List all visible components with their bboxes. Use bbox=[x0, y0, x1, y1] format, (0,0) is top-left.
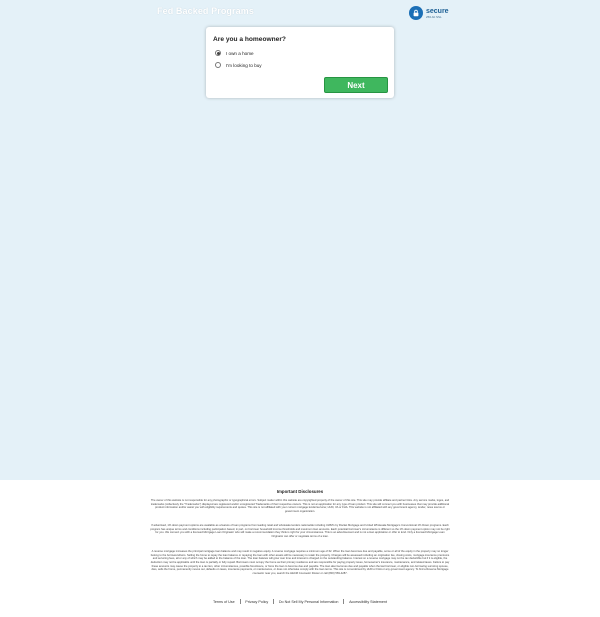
disclosure-paragraph-down-payment: If advertised, 1% down payment options a… bbox=[150, 524, 450, 539]
brand-name: Fed Backed Programs bbox=[157, 6, 254, 16]
secure-badge-sub: 256-bit SSL bbox=[426, 14, 442, 19]
privacy-policy-link[interactable]: Privacy Policy bbox=[240, 600, 273, 604]
secure-badge: secure 256-bit SSL bbox=[409, 6, 449, 20]
disclosures-heading: Important Disclosures bbox=[276, 489, 324, 494]
accessibility-statement-link[interactable]: Accessibility Statement bbox=[344, 600, 392, 604]
question-title: Are you a homeowner? bbox=[213, 36, 286, 43]
secure-badge-word: secure bbox=[426, 7, 449, 15]
option-looking-to-buy[interactable]: I'm looking to buy bbox=[215, 62, 262, 68]
disclosure-paragraph-ownership: The owner of this website is not respons… bbox=[150, 499, 450, 514]
next-button[interactable]: Next bbox=[324, 77, 388, 93]
disclosure-paragraph-reverse-mortgage: A reverse mortgage increases the princip… bbox=[150, 550, 450, 576]
terms-of-use-link[interactable]: Terms of Use bbox=[208, 600, 240, 604]
question-card: Are you a homeowner? I own a home I'm lo… bbox=[206, 27, 394, 98]
footer-links: Terms of Use Privacy Policy Do Not Sell … bbox=[0, 599, 600, 604]
option-own-home[interactable]: I own a home bbox=[215, 50, 254, 56]
radio-button-selected[interactable] bbox=[215, 50, 221, 56]
do-not-sell-link[interactable]: Do Not Sell My Personal Information bbox=[274, 600, 344, 604]
top-bar: Fed Backed Programs secure 256-bit SSL bbox=[0, 0, 600, 26]
footer: Important Disclosures The owner of this … bbox=[0, 480, 600, 617]
option-own-home-label: I own a home bbox=[226, 50, 254, 56]
lock-icon bbox=[409, 6, 423, 20]
radio-button[interactable] bbox=[215, 62, 221, 68]
option-looking-to-buy-label: I'm looking to buy bbox=[226, 62, 262, 68]
